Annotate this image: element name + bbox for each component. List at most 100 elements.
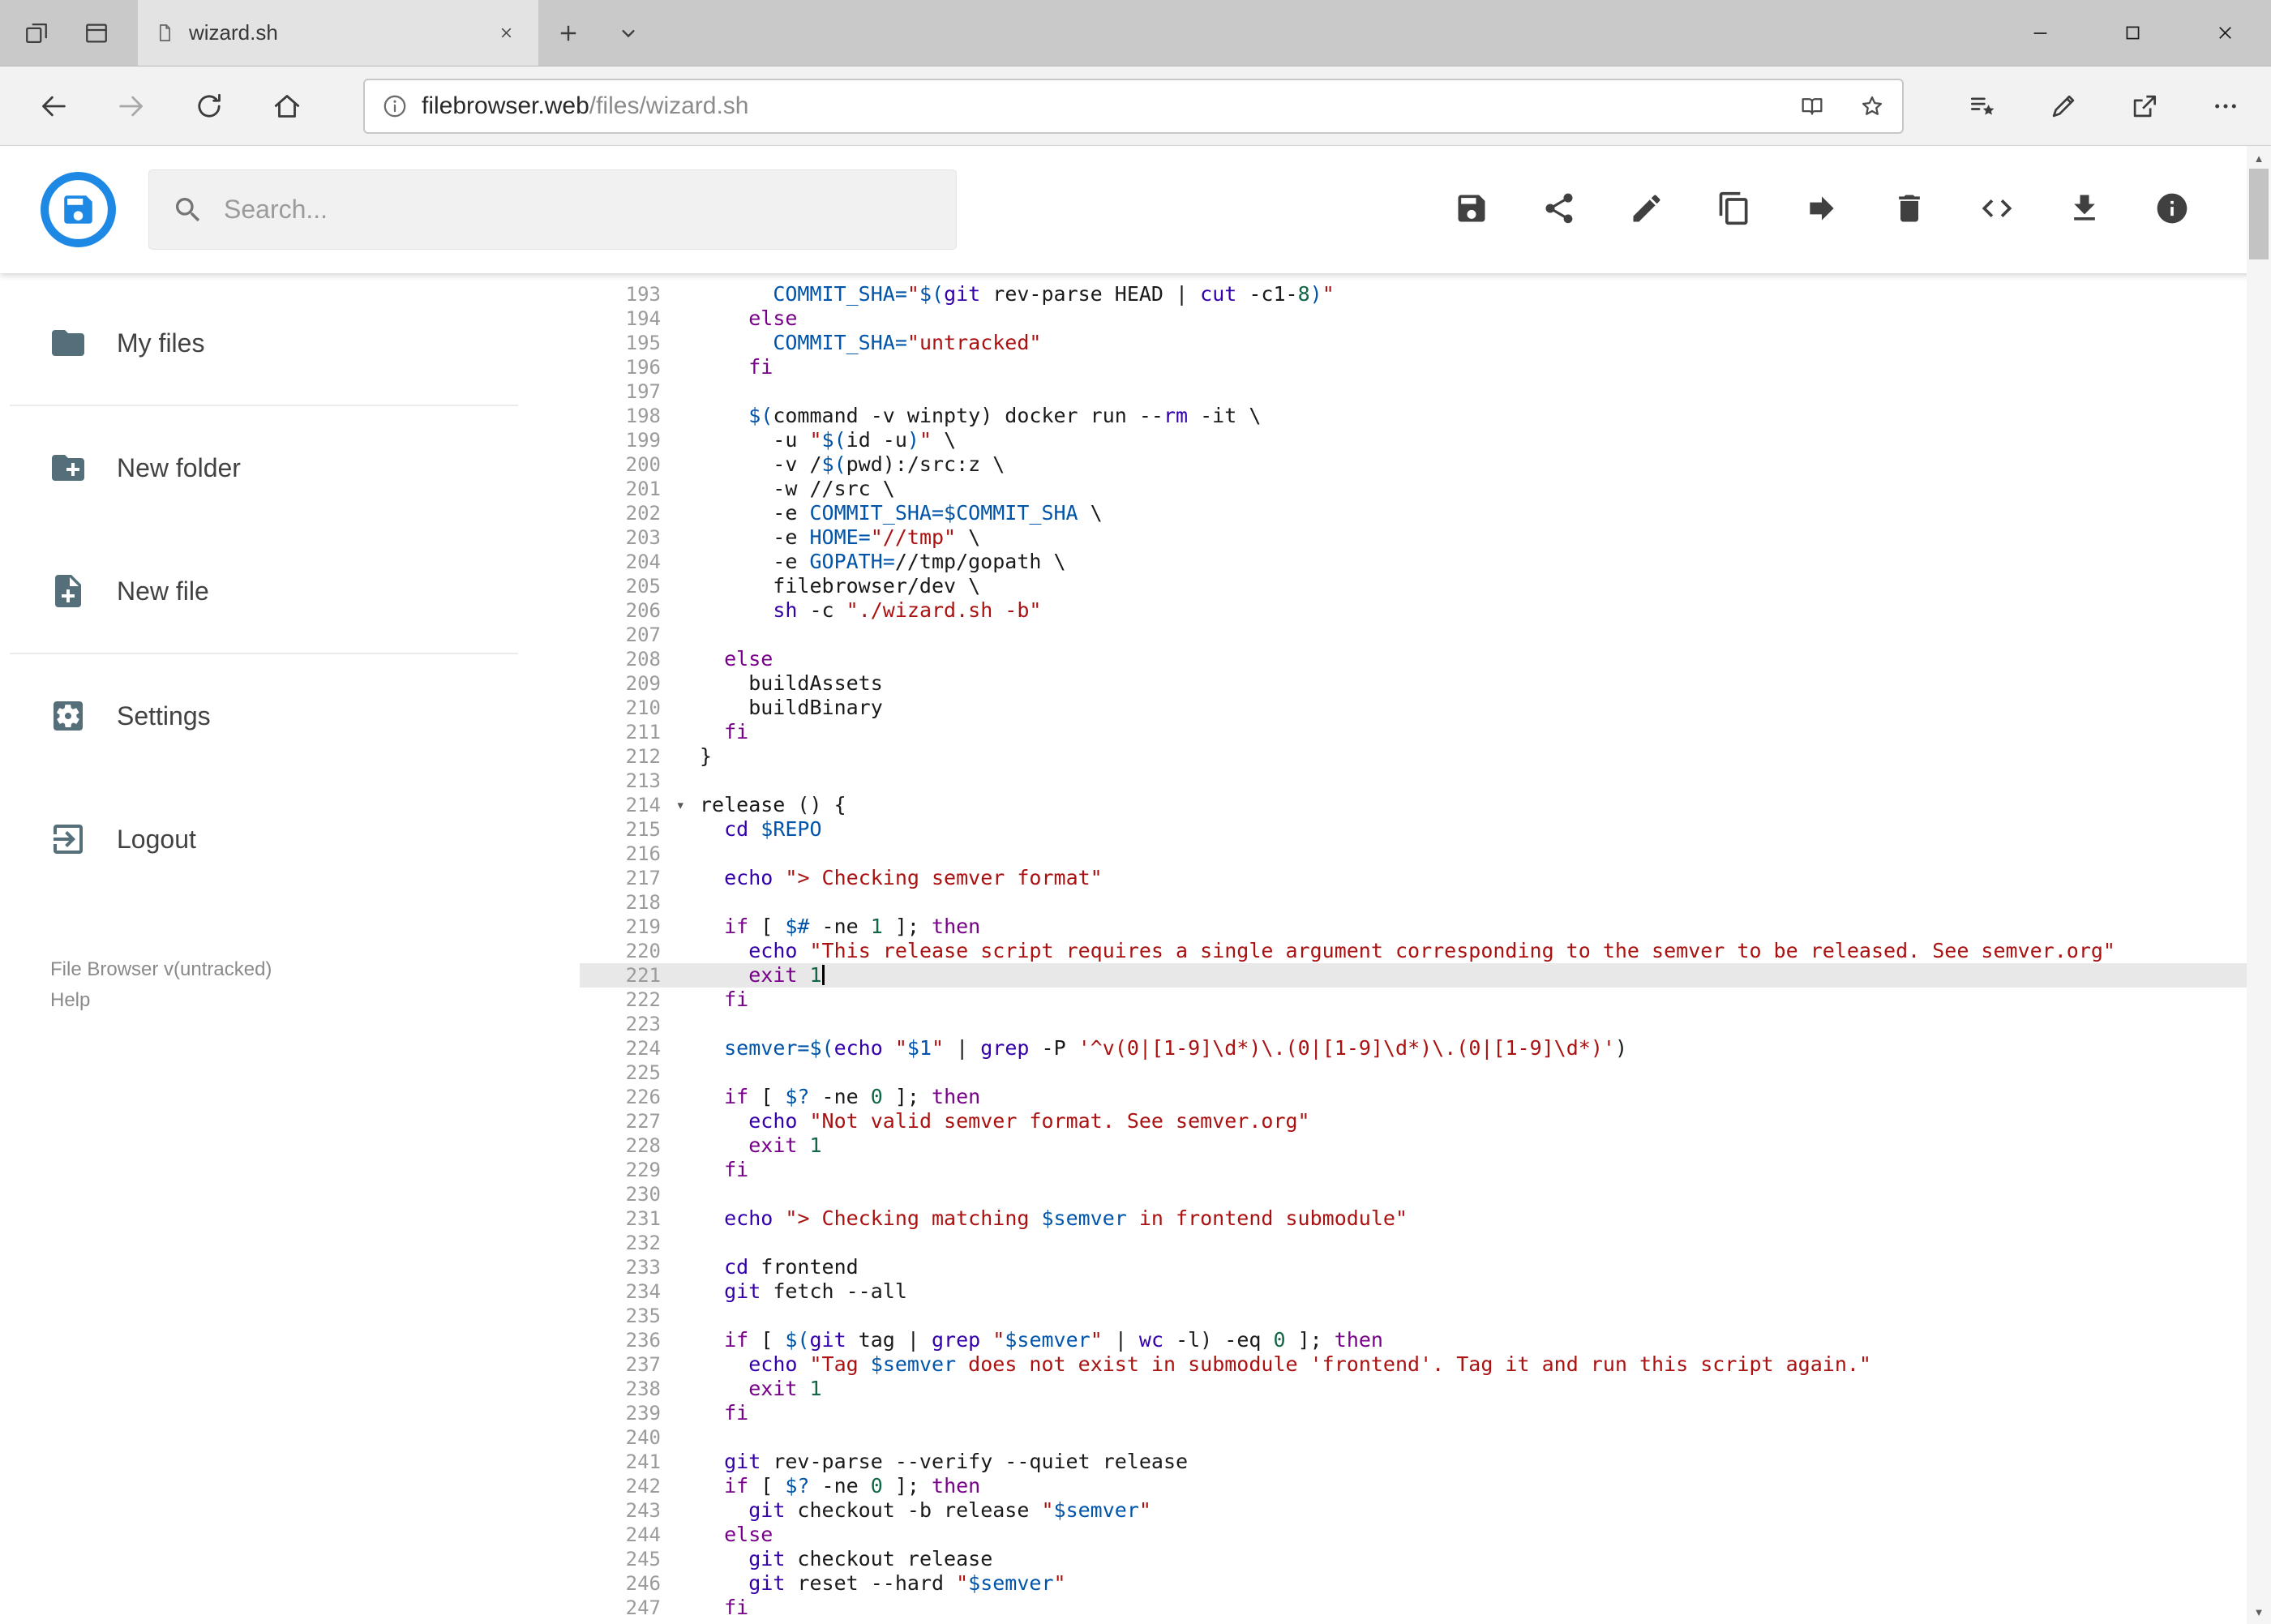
code-line-207[interactable]: 207 [580,623,2247,647]
code-line-229[interactable]: 229 fi [580,1158,2247,1182]
scroll-up-arrow-icon[interactable]: ▲ [2247,146,2271,170]
code-line-241[interactable]: 241 git rev-parse --verify --quiet relea… [580,1450,2247,1474]
scroll-down-arrow-icon[interactable]: ▼ [2247,1600,2271,1624]
code-line-205[interactable]: 205 filebrowser/dev \ [580,574,2247,598]
code-line-209[interactable]: 209 buildAssets [580,671,2247,696]
favorite-star-icon[interactable] [1849,83,1896,130]
delete-button[interactable] [1892,192,1927,228]
code-line-202[interactable]: 202 -e COMMIT_SHA=$COMMIT_SHA \ [580,501,2247,525]
save-button[interactable] [1454,192,1489,228]
page-scrollbar[interactable]: ▲ ▼ [2247,146,2271,1624]
code-line-222[interactable]: 222 fi [580,988,2247,1012]
code-line-231[interactable]: 231 echo "> Checking matching $semver in… [580,1206,2247,1231]
back-icon[interactable] [15,74,92,139]
code-line-211[interactable]: 211 fi [580,720,2247,744]
sidebar-item-new-file[interactable]: New file [0,529,580,653]
code-line-215[interactable]: 215 cd $REPO [580,817,2247,842]
code-line-230[interactable]: 230 [580,1182,2247,1206]
code-line-217[interactable]: 217 echo "> Checking semver format" [580,866,2247,890]
home-icon[interactable] [248,74,326,139]
code-line-206[interactable]: 206 sh -c "./wizard.sh -b" [580,598,2247,623]
tab-close-icon[interactable] [490,17,522,49]
code-line-221[interactable]: 221 exit 1 [580,963,2247,988]
sidebar-item-my-files[interactable]: My files [0,281,580,405]
code-line-203[interactable]: 203 -e HOME="//tmp" \ [580,525,2247,550]
web-note-pen-icon[interactable] [2034,74,2093,139]
code-line-225[interactable]: 225 [580,1061,2247,1085]
code-line-199[interactable]: 199 -u "$(id -u)" \ [580,428,2247,452]
address-bar[interactable]: filebrowser.web/files/wizard.sh [363,78,1904,134]
code-line-201[interactable]: 201 -w //src \ [580,477,2247,501]
code-line-238[interactable]: 238 exit 1 [580,1377,2247,1401]
code-line-247[interactable]: 247 fi [580,1596,2247,1620]
new-tab-button[interactable] [538,0,598,66]
code-line-208[interactable]: 208 else [580,647,2247,671]
code-line-232[interactable]: 232 [580,1231,2247,1255]
copy-button[interactable] [1716,191,1752,228]
code-line-219[interactable]: 219 if [ $# -ne 1 ]; then [580,915,2247,939]
set-tabs-aside-icon[interactable] [6,0,66,66]
refresh-icon[interactable] [170,74,248,139]
code-line-245[interactable]: 245 git checkout release [580,1547,2247,1571]
code-line-224[interactable]: 224 semver=$(echo "$1" | grep -P '^v(0|[… [580,1036,2247,1061]
code-line-218[interactable]: 218 [580,890,2247,915]
site-info-icon[interactable] [381,92,409,120]
forward-icon [1804,191,1840,229]
sidebar-item-logout[interactable]: Logout [0,778,580,901]
forward-icon[interactable] [92,74,170,139]
tab-preview-icon[interactable] [66,0,126,66]
rename-button[interactable] [1629,192,1665,228]
code-line-226[interactable]: 226 if [ $? -ne 0 ]; then [580,1085,2247,1109]
sidebar-item-settings[interactable]: Settings [0,654,580,778]
code-line-239[interactable]: 239 fi [580,1401,2247,1425]
code-line-242[interactable]: 242 if [ $? -ne 0 ]; then [580,1474,2247,1498]
code-line-235[interactable]: 235 [580,1304,2247,1328]
code-line-243[interactable]: 243 git checkout -b release "$semver" [580,1498,2247,1523]
minimize-button[interactable] [1994,0,2086,66]
code-line-198[interactable]: 198 $(command -v winpty) docker run --rm… [580,404,2247,428]
filebrowser-logo[interactable] [39,170,118,249]
more-options-icon[interactable] [2196,74,2255,139]
code-line-220[interactable]: 220 echo "This release script requires a… [580,939,2247,963]
code-line-193[interactable]: 193 COMMIT_SHA="$(git rev-parse HEAD | c… [580,282,2247,306]
code-line-212[interactable]: 212} [580,744,2247,769]
code-line-195[interactable]: 195 COMMIT_SHA="untracked" [580,331,2247,355]
search-bar[interactable]: Search... [148,169,957,250]
tab-preview-chevron-icon[interactable] [598,0,658,66]
code-line-237[interactable]: 237 echo "Tag $semver does not exist in … [580,1352,2247,1377]
raw-code-button[interactable] [1979,192,2015,228]
code-line-244[interactable]: 244 else [580,1523,2247,1547]
code-line-197[interactable]: 197 [580,379,2247,404]
hub-favorites-icon[interactable] [1953,74,2012,139]
code-line-223[interactable]: 223 [580,1012,2247,1036]
code-line-234[interactable]: 234 git fetch --all [580,1279,2247,1304]
code-line-194[interactable]: 194 else [580,306,2247,331]
fold-arrow-icon[interactable]: ▾ [676,793,685,817]
sidebar-item-new-folder[interactable]: New folder [0,406,580,529]
close-button[interactable] [2179,0,2271,66]
code-line-236[interactable]: 236 if [ $(git tag | grep "$semver" | wc… [580,1328,2247,1352]
code-line-213[interactable]: 213 [580,769,2247,793]
code-line-214[interactable]: 214 ▾ release () { [580,793,2247,817]
maximize-button[interactable] [2086,0,2179,66]
scrollbar-thumb[interactable] [2249,169,2269,259]
share-page-icon[interactable] [2115,74,2174,139]
share-button[interactable] [1541,192,1577,228]
browser-tab[interactable]: wizard.sh [138,0,538,66]
help-link[interactable]: Help [50,985,272,1016]
move-button[interactable] [1804,192,1840,228]
code-line-246[interactable]: 246 git reset --hard "$semver" [580,1571,2247,1596]
code-line-196[interactable]: 196 fi [580,355,2247,379]
download-button[interactable] [2067,192,2102,228]
code-line-204[interactable]: 204 -e GOPATH=//tmp/gopath \ [580,550,2247,574]
code-editor[interactable]: 193 COMMIT_SHA="$(git rev-parse HEAD | c… [580,273,2247,1624]
code-line-233[interactable]: 233 cd frontend [580,1255,2247,1279]
code-line-227[interactable]: 227 echo "Not valid semver format. See s… [580,1109,2247,1133]
code-line-216[interactable]: 216 [580,842,2247,866]
code-line-210[interactable]: 210 buildBinary [580,696,2247,720]
code-line-240[interactable]: 240 [580,1425,2247,1450]
reading-view-icon[interactable] [1789,83,1836,130]
info-button[interactable] [2154,192,2190,228]
code-line-200[interactable]: 200 -v /$(pwd):/src:z \ [580,452,2247,477]
code-line-228[interactable]: 228 exit 1 [580,1133,2247,1158]
